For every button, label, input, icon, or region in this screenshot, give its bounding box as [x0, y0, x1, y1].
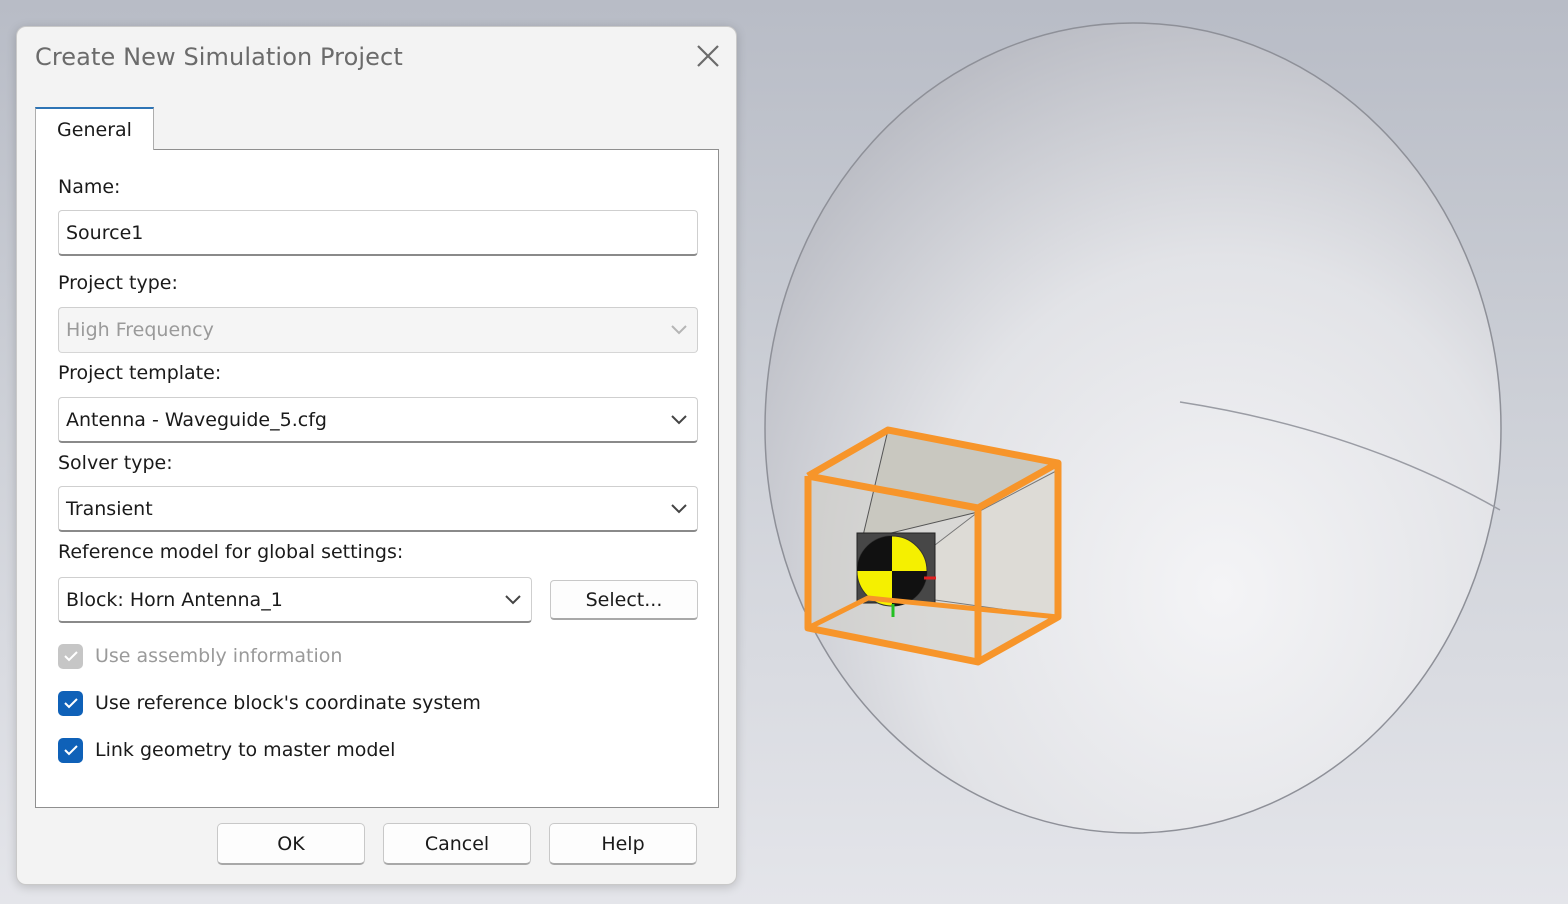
project-template-label: Project template:	[58, 362, 222, 384]
tab-general[interactable]: General	[35, 107, 154, 150]
reference-model-dropdown[interactable]: Block: Horn Antenna_1	[58, 577, 532, 623]
chevron-down-icon	[671, 325, 687, 335]
name-label: Name:	[58, 176, 121, 198]
project-template-value: Antenna - Waveguide_5.cfg	[66, 408, 327, 431]
check-icon	[63, 698, 78, 709]
checkbox-box	[58, 737, 83, 763]
check-icon	[63, 651, 78, 662]
select-button[interactable]: Select...	[550, 580, 698, 620]
use-assembly-information-checkbox[interactable]: Use assembly information	[58, 643, 342, 669]
chevron-down-icon	[505, 595, 521, 605]
general-panel: Name: Source1 Project type: High Frequen…	[35, 149, 719, 808]
checkbox-label: Link geometry to master model	[95, 739, 396, 761]
horn-antenna[interactable]	[808, 429, 1059, 662]
help-button[interactable]: Help	[549, 823, 697, 865]
checkbox-label: Use assembly information	[95, 645, 343, 667]
project-type-dropdown[interactable]: High Frequency	[58, 307, 698, 353]
project-template-dropdown[interactable]: Antenna - Waveguide_5.cfg	[58, 397, 698, 443]
cancel-button[interactable]: Cancel	[383, 823, 531, 865]
solver-type-dropdown[interactable]: Transient	[58, 486, 698, 532]
solver-type-label: Solver type:	[58, 452, 173, 474]
checkbox-box	[58, 690, 83, 716]
create-simulation-project-dialog: Create New Simulation Project General Na…	[16, 26, 737, 885]
link-geometry-checkbox[interactable]: Link geometry to master model	[58, 737, 395, 763]
use-reference-coordinate-system-checkbox[interactable]: Use reference block's coordinate system	[58, 690, 481, 716]
chevron-down-icon	[671, 415, 687, 425]
project-type-value: High Frequency	[66, 319, 214, 341]
ok-button[interactable]: OK	[217, 823, 365, 865]
reference-model-label: Reference model for global settings:	[58, 541, 404, 563]
solver-type-value: Transient	[66, 497, 153, 520]
check-icon	[63, 745, 78, 756]
parabolic-dish[interactable]	[764, 22, 1502, 834]
chevron-down-icon	[671, 504, 687, 514]
checkbox-box	[58, 643, 83, 669]
name-input-value: Source1	[66, 221, 144, 244]
project-type-label: Project type:	[58, 272, 178, 294]
close-button[interactable]	[689, 39, 725, 75]
close-icon	[697, 45, 719, 67]
name-input[interactable]: Source1	[58, 210, 698, 256]
dialog-title: Create New Simulation Project	[35, 43, 403, 71]
reference-model-value: Block: Horn Antenna_1	[66, 588, 283, 611]
checkbox-label: Use reference block's coordinate system	[95, 692, 481, 714]
